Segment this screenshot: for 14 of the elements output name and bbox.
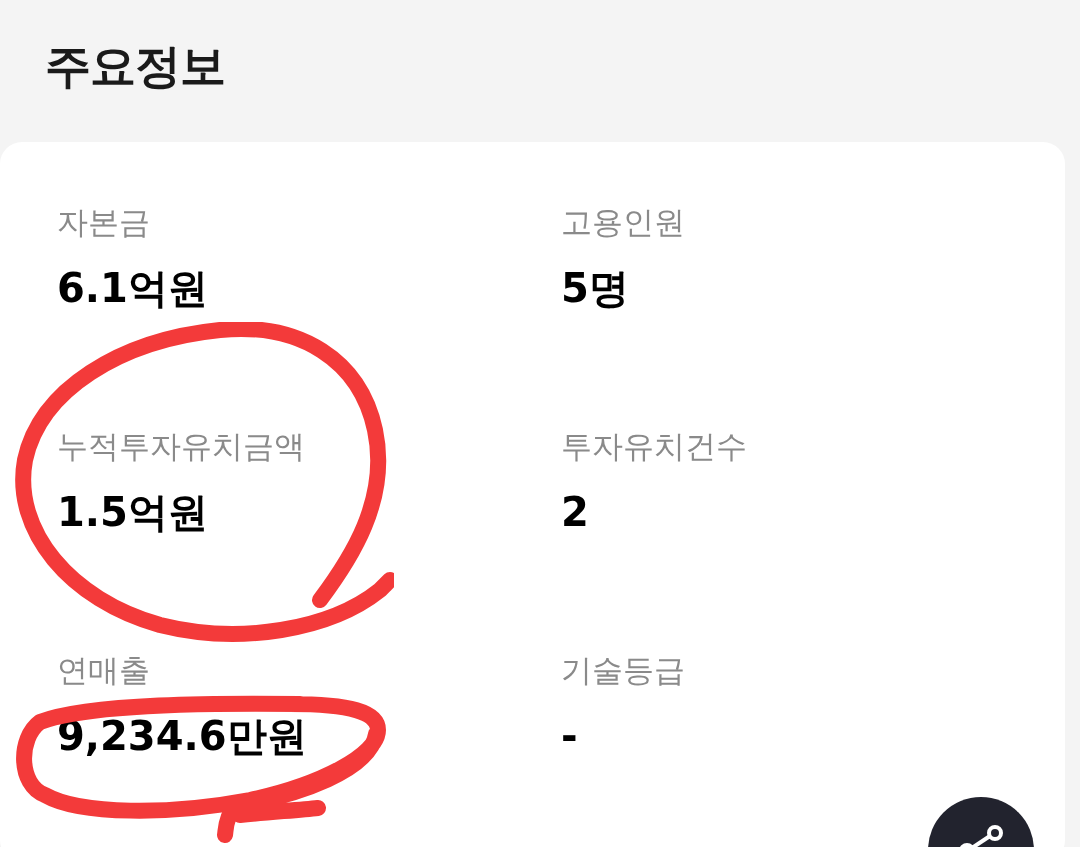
share-icon — [957, 823, 1005, 847]
stat-value: 6.1억원 — [57, 264, 209, 313]
stat-label: 누적투자유치금액 — [57, 427, 306, 466]
stat-value: 1.5억원 — [57, 488, 209, 537]
section-title: 주요정보 — [45, 37, 225, 95]
stat-label: 자본금 — [57, 203, 151, 242]
stat-label: 투자유치건수 — [561, 427, 748, 466]
stat-value: 9,234.6만원 — [57, 712, 308, 761]
stat-value: 5명 — [561, 264, 630, 313]
stat-value: - — [561, 712, 579, 761]
stat-value: 2 — [561, 488, 590, 537]
stat-label: 기술등급 — [561, 651, 686, 690]
stat-label: 고용인원 — [561, 203, 686, 242]
stat-label: 연매출 — [57, 651, 151, 690]
